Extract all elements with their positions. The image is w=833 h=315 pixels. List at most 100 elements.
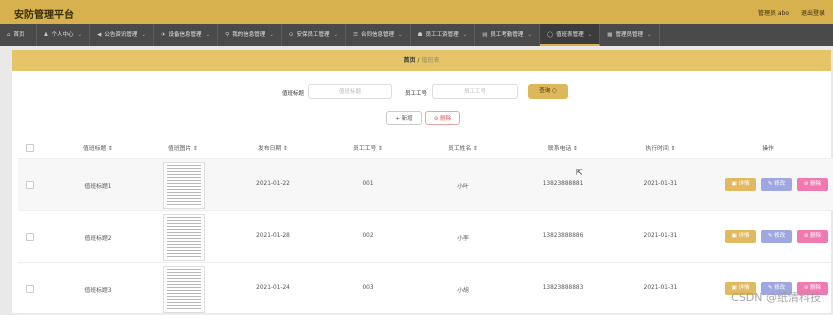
title-search-input[interactable]: 值班标题 [308,84,392,99]
nav-label: 个人中心 [51,32,74,38]
nav-item-10[interactable]: ▦ 管理员管理 ⌄ [600,24,660,46]
cell-name: 小胡 [457,288,469,294]
detail-button[interactable]: ▣ 详情 [725,178,756,191]
delete-button[interactable]: ⊘ 删除 [797,230,828,243]
title-label: 值班标题 [282,91,305,97]
select-all-checkbox[interactable] [26,144,34,152]
nav-item-4[interactable]: ⚲ 我的信息管理 ⌄ [218,24,282,46]
nav-item-1[interactable]: ♟ 个人中心 ⌄ [37,24,91,46]
nav-icon: ▤ [482,32,488,38]
col-name[interactable]: 员工姓名 ⇕ [418,143,508,152]
chevron-down-icon: ⌄ [647,32,652,38]
top-right: 管理员 abo 退出登录 [748,8,825,17]
nav-label: 安保员工管理 [296,32,330,38]
mouse-cursor-icon: ⇱ [576,168,583,177]
emp-no-label: 员工工号 [405,91,428,97]
col-exec-time[interactable]: 执行时间 ⇕ [618,143,703,152]
chevron-down-icon: ⌄ [141,32,146,38]
edit-icon: ✎ [767,233,773,239]
breadcrumb-sep: / [417,57,420,64]
cell-exec-time: 2021-01-31 [643,285,678,291]
nav-label: 首页 [13,32,25,38]
logout-link[interactable]: 退出登录 [801,10,825,17]
nav-item-7[interactable]: ☗ 员工工资管理 ⌄ [411,24,476,46]
duty-image-thumbnail[interactable] [163,214,205,261]
chevron-down-icon: ⌄ [269,32,274,38]
nav-item-8[interactable]: ▤ 员工考勤管理 ⌄ [475,24,541,46]
cell-emp-no: 002 [362,233,374,239]
edit-button[interactable]: ✎ 修改 [761,178,792,191]
edit-label: 修改 [774,233,786,239]
edit-label: 修改 [774,181,786,187]
watermark: CSDN @纸清科技 [731,291,821,304]
col-date[interactable]: 发布日期 ⇕ [228,143,318,152]
duty-image-thumbnail[interactable] [163,162,205,209]
col-title[interactable]: 值班标题 ⇕ [58,143,138,152]
detail-label: 详情 [738,233,750,239]
cell-exec-time: 2021-01-31 [643,181,678,187]
cell-date: 2021-01-22 [256,181,290,187]
nav-item-9[interactable]: ◯ 值班表管理 ⌄ [540,24,601,46]
detail-icon: ▣ [731,181,737,187]
cell-title: 值班标题1 [84,184,112,190]
table-row[interactable]: 值班标题1 2021-01-22 001 小叶 13823888881 2021-01-3… [18,159,833,211]
table-row[interactable]: 值班标题2 2021-01-28 002 小李 13823888886 2021-01-3… [18,211,833,263]
nav-item-2[interactable]: ◀ 公告资讯管理 ⌄ [90,24,154,46]
col-phone[interactable]: 联系电话 ⇕ [518,143,608,152]
nav-icon: ✈ [160,32,166,38]
col-image[interactable]: 值班图片 ⇕ [148,143,218,152]
duty-image-thumbnail[interactable] [163,266,205,313]
cell-emp-no: 003 [362,285,374,291]
breadcrumb-home[interactable]: 首页 [404,57,416,64]
nav-icon: ⚲ [225,32,230,38]
nav-item-6[interactable]: ☰ 合同信息管理 ⌄ [346,24,411,46]
nav-icon: ♟ [43,32,49,38]
add-button[interactable]: + 新增 [386,111,422,125]
row-checkbox[interactable] [26,181,34,189]
nav-label: 管理员管理 [615,32,644,38]
nav-icon: ⊙ [288,32,294,38]
nav-icon: ☗ [417,32,423,38]
nav-label: 员工考勤管理 [490,32,524,38]
cell-phone: 13823888886 [542,233,584,239]
nav-item-0[interactable]: ⌂ 首页 [0,24,37,46]
delete-label: 删除 [810,181,822,187]
emp-no-search-input[interactable]: 员工工号 [432,84,518,99]
delete-icon: ⊘ [803,181,809,187]
table-header: 值班标题 ⇕ 值班图片 ⇕ 发布日期 ⇕ 员工工号 ⇕ 员工姓名 ⇕ 联系电话 … [18,136,833,159]
nav-icon: ☰ [353,32,358,38]
table-row[interactable]: 值班标题3 2021-01-24 003 小胡 13823888883 2021-01-3… [18,263,833,315]
batch-delete-button[interactable]: ⊘ 删除 [425,111,460,125]
delete-button[interactable]: ⊘ 删除 [797,178,828,191]
nav-item-3[interactable]: ✈ 设备信息管理 ⌄ [154,24,219,46]
content-panel: 首页 / 值班表 值班标题 值班标题 员工工号 员工工号 查询 ○ + 新增 ⊘… [12,50,833,315]
detail-icon: ▣ [731,233,737,239]
current-user: 管理员 abo [757,10,790,17]
nav-label: 公告资讯管理 [104,32,138,38]
query-button[interactable]: 查询 ○ [528,84,568,99]
nav-label: 设备信息管理 [168,32,202,38]
cell-phone: 13823888883 [542,285,584,291]
main-nav: ⌂ 首页 ♟ 个人中心 ⌄ ◀ 公告资讯管理 ⌄ ✈ 设备信息管理 ⌄ ⚲ 我的信息管理 ⌄ ⊙ 安保员工管理… [0,24,833,46]
cell-emp-no: 001 [362,181,374,187]
cell-name: 小李 [457,236,469,242]
nav-label: 值班表管理 [556,32,584,38]
delete-label: 删除 [810,233,822,239]
breadcrumb: 首页 / 值班表 [12,50,831,71]
edit-button[interactable]: ✎ 修改 [761,230,792,243]
detail-button[interactable]: ▣ 详情 [725,230,756,243]
app-title: 安防管理平台 [14,10,74,21]
row-checkbox[interactable] [26,285,34,293]
edit-icon: ✎ [767,181,773,187]
col-emp-no[interactable]: 员工工号 ⇕ [328,143,408,152]
nav-label: 我的信息管理 [232,32,266,38]
nav-label: 合同信息管理 [361,32,395,38]
chevron-down-icon: ⌄ [77,32,83,38]
cell-date: 2021-01-24 [256,285,290,291]
chevron-down-icon: ⌄ [398,32,403,38]
row-checkbox[interactable] [26,233,34,241]
nav-item-5[interactable]: ⊙ 安保员工管理 ⌄ [282,24,347,46]
detail-label: 详情 [738,181,750,187]
chevron-down-icon: ⌄ [527,32,533,38]
chevron-down-icon: ⌄ [462,32,468,38]
